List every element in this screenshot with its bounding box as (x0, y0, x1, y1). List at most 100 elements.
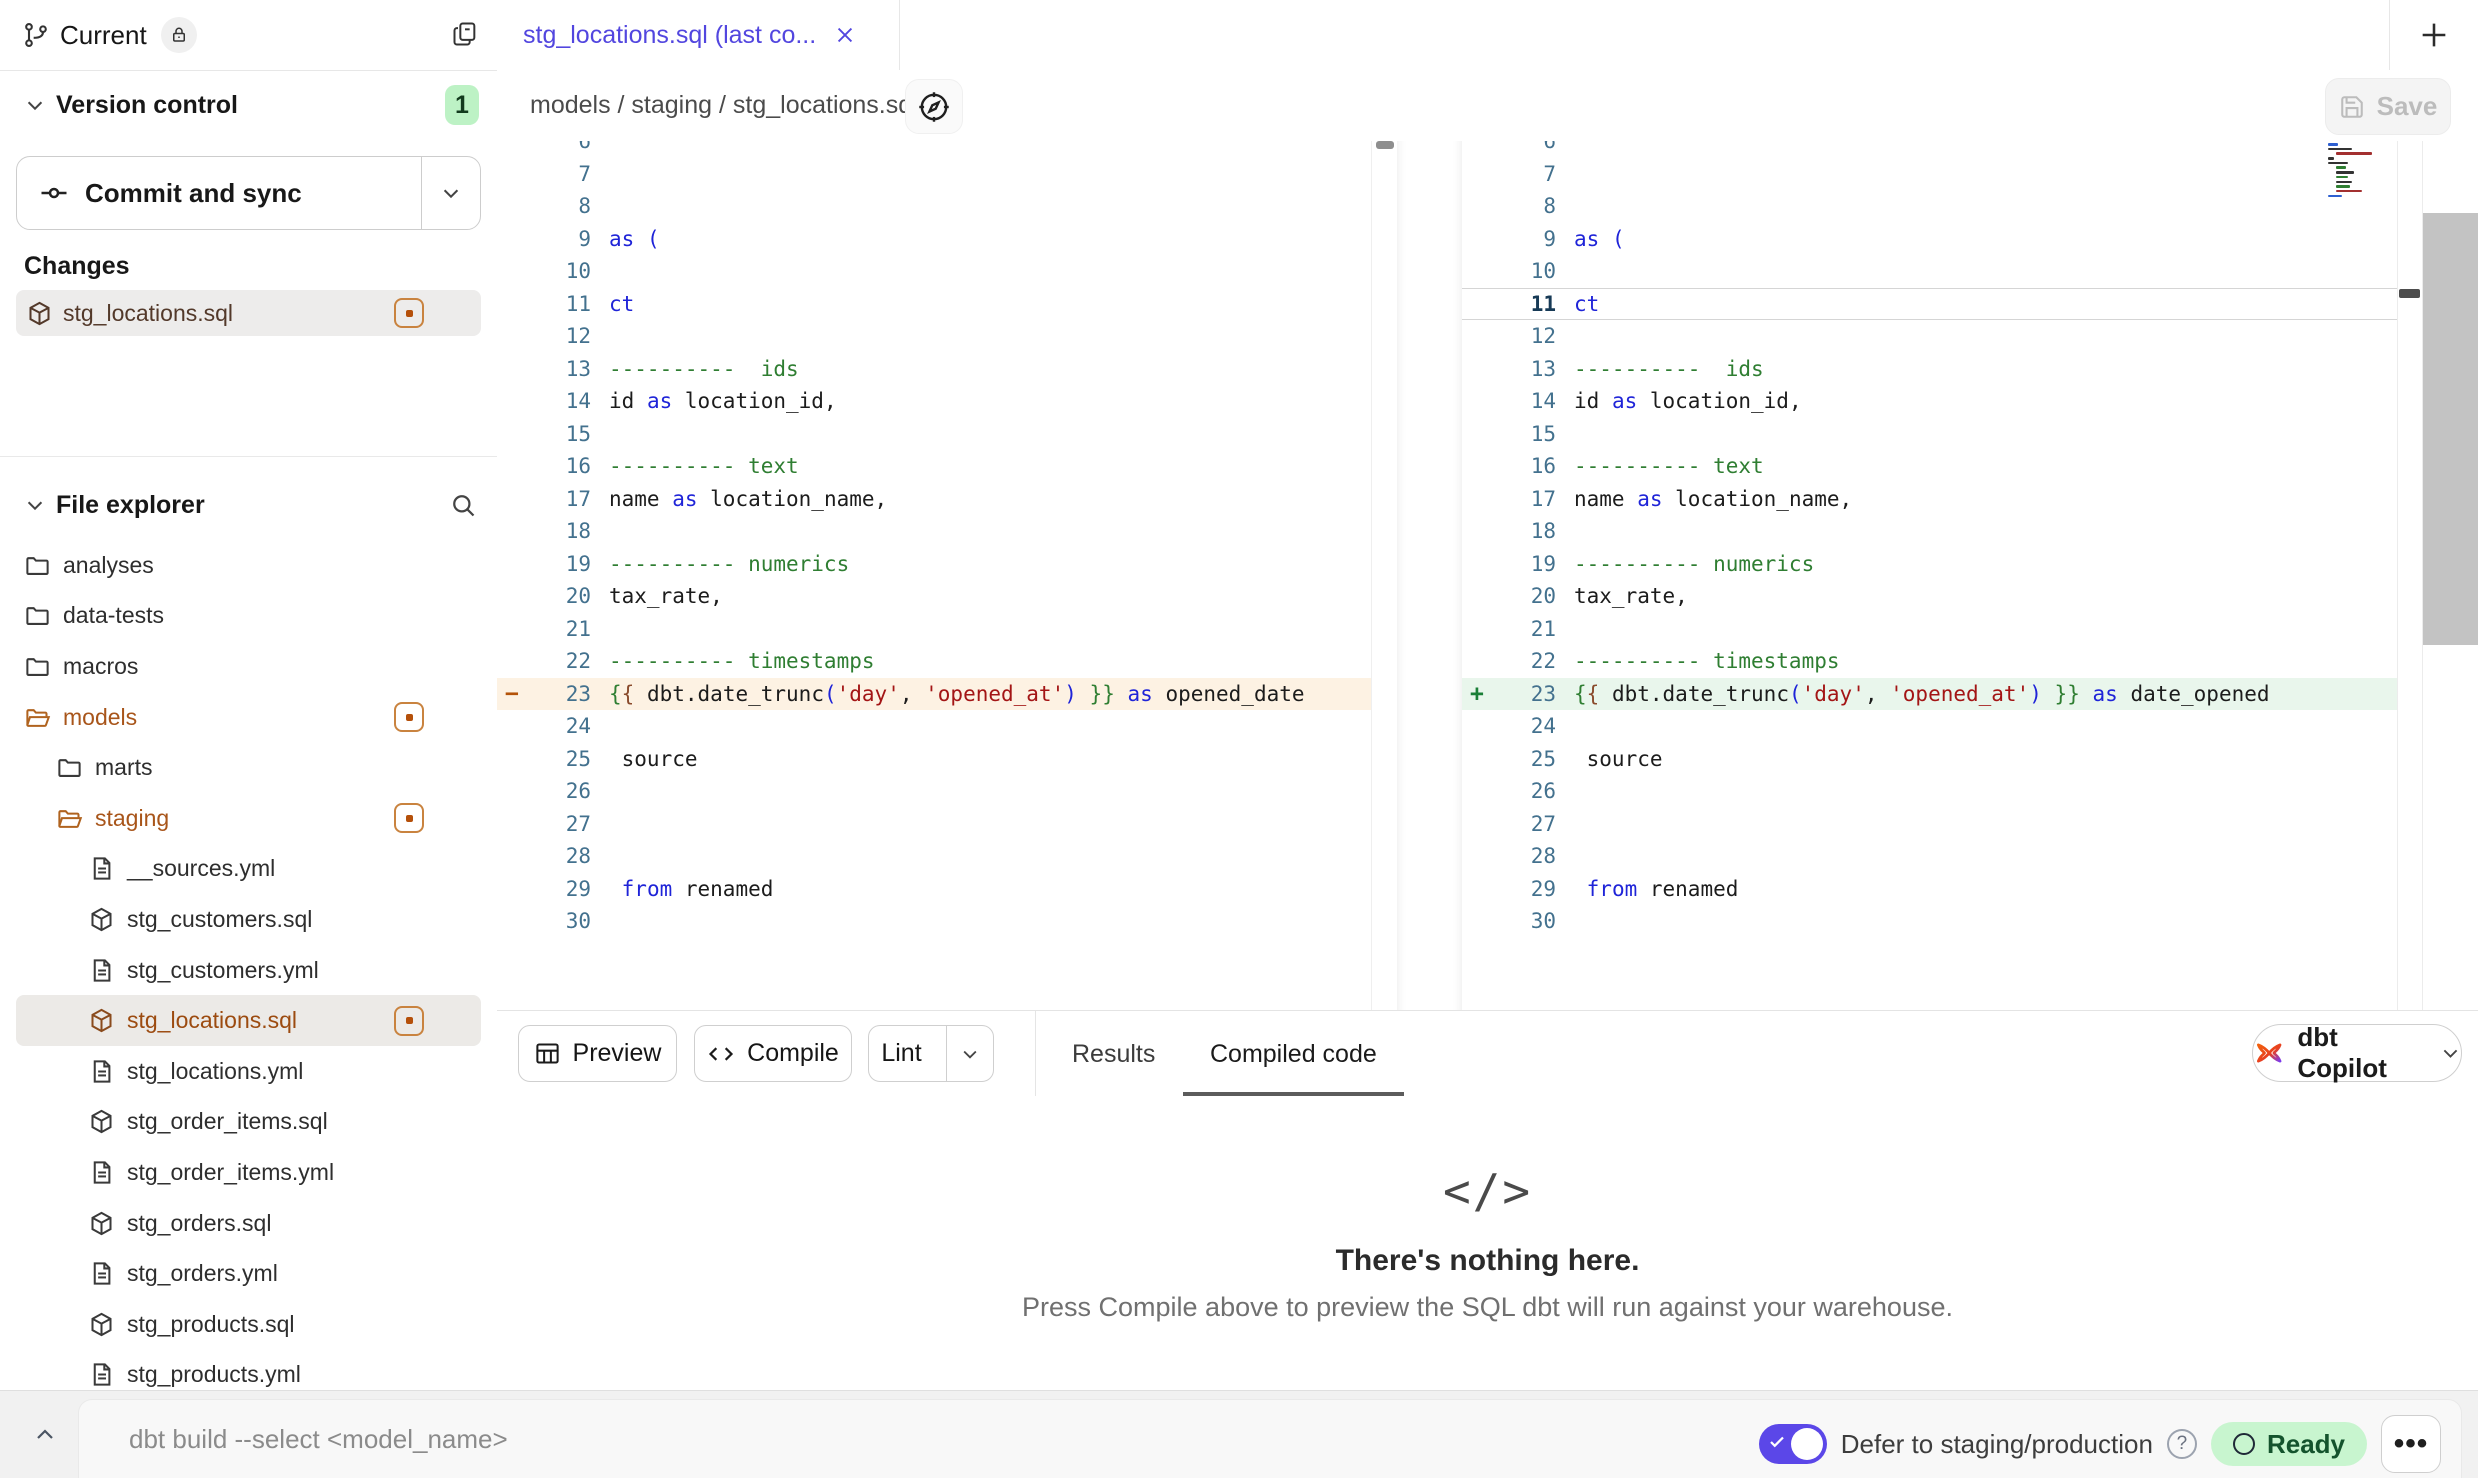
commit-options-dropdown[interactable] (421, 157, 480, 229)
code-line-right-29[interactable]: 29 from renamed (1462, 873, 2420, 906)
changed-file-row[interactable]: stg_locations.sql (16, 290, 481, 336)
code-line-right-25[interactable]: 25 source (1462, 743, 2420, 776)
search-icon[interactable] (449, 491, 477, 519)
code-minimap[interactable] (2328, 143, 2396, 201)
code-line-right-14[interactable]: 14id as location_id, (1462, 385, 2420, 418)
code-line-left-11[interactable]: 11ct (497, 288, 1371, 321)
code-line-left-24[interactable]: 24 (497, 710, 1371, 743)
compile-button[interactable]: Compile (694, 1025, 852, 1082)
resize-handle[interactable] (2399, 289, 2420, 298)
code-line-right-8[interactable]: 8 (1462, 190, 2420, 223)
code-line-left-13[interactable]: 13---------- ids (497, 353, 1371, 386)
code-line-right-10[interactable]: 10 (1462, 255, 2420, 288)
version-control-header[interactable]: Version control 1 (0, 78, 497, 132)
copy-icon[interactable] (451, 20, 479, 48)
code-line-left-14[interactable]: 14id as location_id, (497, 385, 1371, 418)
code-line-right-17[interactable]: 17name as location_name, (1462, 483, 2420, 516)
help-icon[interactable]: ? (2167, 1429, 2197, 1459)
tree-item-data-tests[interactable]: data-tests (16, 591, 481, 642)
tree-item-stg-products-sql[interactable]: stg_products.sql (16, 1299, 481, 1350)
code-line-right-19[interactable]: 19---------- numerics (1462, 548, 2420, 581)
tab-compiled-code[interactable]: Compiled code (1210, 1011, 1377, 1097)
code-line-right-22[interactable]: 22---------- timestamps (1462, 645, 2420, 678)
lint-button[interactable]: Lint (868, 1025, 994, 1082)
code-line-right-13[interactable]: 13---------- ids (1462, 353, 2420, 386)
code-line-right-27[interactable]: 27 (1462, 808, 2420, 841)
code-line-right-12[interactable]: 12 (1462, 320, 2420, 353)
code-line-left-19[interactable]: 19---------- numerics (497, 548, 1371, 581)
status-badge[interactable]: Ready (2211, 1422, 2367, 1466)
tree-item-stg-customers-sql[interactable]: stg_customers.sql (16, 894, 481, 945)
code-line-right-24[interactable]: 24 (1462, 710, 2420, 743)
code-line-left-18[interactable]: 18 (497, 515, 1371, 548)
tree-item-macros[interactable]: macros (16, 641, 481, 692)
preview-button[interactable]: Preview (518, 1025, 677, 1082)
code-line-left-26[interactable]: 26 (497, 775, 1371, 808)
code-line-left-6[interactable]: 6 (497, 141, 1371, 158)
window-scrollbar[interactable] (2423, 213, 2478, 645)
code-line-left-25[interactable]: 25 source (497, 743, 1371, 776)
close-icon[interactable] (834, 24, 856, 46)
new-tab-button[interactable] (2389, 0, 2478, 70)
expand-command-bar-button[interactable] (20, 1391, 70, 1478)
code-line-right-23[interactable]: +23{{ dbt.date_trunc('day', 'opened_at')… (1462, 678, 2420, 711)
commit-and-sync-button[interactable]: Commit and sync (16, 156, 481, 230)
code-line-left-7[interactable]: 7 (497, 158, 1371, 191)
tree-item-stg-customers-yml[interactable]: stg_customers.yml (16, 945, 481, 996)
code-line-right-7[interactable]: 7 (1462, 158, 2420, 191)
tree-item-stg-order-items-sql[interactable]: stg_order_items.sql (16, 1097, 481, 1148)
code-line-left-27[interactable]: 27 (497, 808, 1371, 841)
tree-item-stg-products-yml[interactable]: stg_products.yml (16, 1350, 481, 1391)
code-line-left-23[interactable]: −23{{ dbt.date_trunc('day', 'opened_at')… (497, 678, 1371, 711)
code-line-left-12[interactable]: 12 (497, 320, 1371, 353)
code-line-right-28[interactable]: 28 (1462, 840, 2420, 873)
scrollbar-thumb[interactable] (1376, 141, 1394, 149)
panel-divider[interactable] (1397, 141, 1462, 1010)
code-line-right-11[interactable]: 11ct (1462, 288, 2420, 321)
code-line-left-16[interactable]: 16---------- text (497, 450, 1371, 483)
code-line-right-18[interactable]: 18 (1462, 515, 2420, 548)
tree-item-marts[interactable]: marts (16, 742, 481, 793)
defer-toggle[interactable] (1759, 1424, 1827, 1464)
tree-item-staging[interactable]: staging (16, 793, 481, 844)
tab-results[interactable]: Results (1072, 1011, 1155, 1097)
code-line-right-15[interactable]: 15 (1462, 418, 2420, 451)
tree-item-stg-locations-sql[interactable]: stg_locations.sql (16, 995, 481, 1046)
current-branch-label[interactable]: Current (60, 20, 147, 51)
diff-panel-modified[interactable]: 6789as (1011ct1213---------- ids14id as … (1462, 141, 2420, 1010)
tree-item--sources-yml[interactable]: __sources.yml (16, 844, 481, 895)
tree-item-stg-orders-yml[interactable]: stg_orders.yml (16, 1248, 481, 1299)
code-line-right-9[interactable]: 9as ( (1462, 223, 2420, 256)
dbt-copilot-button[interactable]: dbt Copilot (2252, 1024, 2462, 1082)
code-line-left-20[interactable]: 20tax_rate, (497, 580, 1371, 613)
command-input[interactable]: dbt build --select <model_name> (129, 1400, 508, 1478)
lint-options-dropdown[interactable] (946, 1026, 993, 1081)
code-line-left-8[interactable]: 8 (497, 190, 1371, 223)
tree-item-analyses[interactable]: analyses (16, 540, 481, 591)
code-line-right-20[interactable]: 20tax_rate, (1462, 580, 2420, 613)
lineage-compass-button[interactable] (905, 79, 963, 134)
code-line-left-30[interactable]: 30 (497, 905, 1371, 938)
code-line-left-17[interactable]: 17name as location_name, (497, 483, 1371, 516)
save-button[interactable]: Save (2325, 78, 2451, 135)
tree-item-stg-orders-sql[interactable]: stg_orders.sql (16, 1198, 481, 1249)
code-line-left-22[interactable]: 22---------- timestamps (497, 645, 1371, 678)
tree-item-models[interactable]: models (16, 692, 481, 743)
code-line-left-15[interactable]: 15 (497, 418, 1371, 451)
code-line-left-9[interactable]: 9as ( (497, 223, 1371, 256)
code-line-right-30[interactable]: 30 (1462, 905, 2420, 938)
code-line-left-21[interactable]: 21 (497, 613, 1371, 646)
tree-item-stg-order-items-yml[interactable]: stg_order_items.yml (16, 1147, 481, 1198)
diff-panel-original[interactable]: 6789as (1011ct1213---------- ids14id as … (497, 141, 1371, 1010)
tab-stg-locations[interactable]: stg_locations.sql (last co... (497, 0, 900, 70)
right-scroll-lane[interactable] (2397, 141, 2423, 1010)
code-line-right-16[interactable]: 16---------- text (1462, 450, 2420, 483)
code-line-right-21[interactable]: 21 (1462, 613, 2420, 646)
code-line-right-6[interactable]: 6 (1462, 141, 2420, 158)
file-explorer-header[interactable]: File explorer (0, 478, 497, 532)
tree-item-stg-locations-yml[interactable]: stg_locations.yml (16, 1046, 481, 1097)
code-line-left-10[interactable]: 10 (497, 255, 1371, 288)
code-line-left-28[interactable]: 28 (497, 840, 1371, 873)
code-line-right-26[interactable]: 26 (1462, 775, 2420, 808)
left-panel-scrollbar[interactable] (1371, 141, 1398, 1010)
